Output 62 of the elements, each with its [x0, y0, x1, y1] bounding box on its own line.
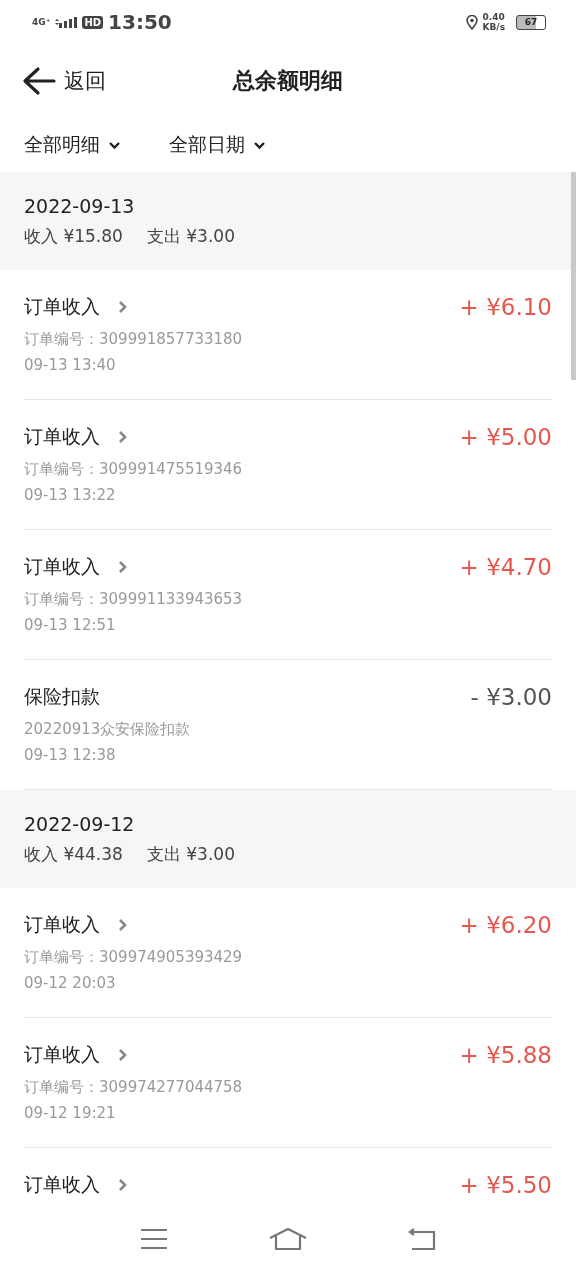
page-title: 总余额明细 — [233, 67, 343, 95]
chevron-right-icon — [118, 918, 128, 932]
transaction-row[interactable]: 订单收入 订单编号：309974277044758 09-12 19:21 + ¥5.88 — [24, 1018, 552, 1148]
signal-icon — [55, 16, 78, 28]
chevron-right-icon — [118, 1178, 128, 1192]
transaction-time: 09-13 13:22 — [24, 485, 117, 506]
transaction-amount: + ¥5.88 — [459, 1042, 552, 1068]
caret-icon — [253, 140, 266, 150]
transaction-row[interactable]: 订单收入 订单编号：309991857733180 09-13 13:40 + ¥6.10 — [24, 270, 552, 400]
income-total: 收入 ¥15.80 — [24, 224, 123, 248]
chevron-right-icon — [118, 1048, 128, 1062]
transaction-title: 订单收入 — [24, 554, 100, 579]
caret-icon — [108, 140, 121, 150]
transaction-row[interactable]: 订单收入 订单编号：309991133943653 09-13 12:51 + ¥4.70 — [24, 530, 552, 660]
transaction-detail: 20220913众安保险扣款 — [24, 719, 191, 740]
transaction-detail: 订单编号：309974905393429 — [24, 947, 243, 968]
hd-badge: HD — [82, 15, 104, 29]
chevron-right-icon — [118, 430, 128, 444]
status-time: 13:50 — [108, 10, 172, 34]
transaction-title: 订单收入 — [24, 1172, 100, 1197]
income-total: 收入 ¥44.38 — [24, 842, 123, 866]
transaction-time: 09-12 20:03 — [24, 973, 117, 994]
transaction-title: 保险扣款 — [24, 684, 100, 709]
filter-dropdown[interactable]: 全部日期 — [169, 132, 266, 158]
transaction-time: 09-12 19:21 — [24, 1103, 117, 1124]
expense-total: 支出 ¥3.00 — [146, 842, 235, 866]
transaction-time: 09-13 12:51 — [24, 615, 117, 636]
group-date: 2022-09-12 — [24, 812, 136, 835]
transaction-title: 订单收入 — [24, 294, 100, 319]
location-icon — [465, 14, 478, 30]
transaction-amount: + ¥6.10 — [459, 294, 552, 320]
transaction-time: 09-13 13:40 — [24, 355, 117, 376]
transaction-amount: + ¥5.50 — [459, 1172, 552, 1198]
transaction-title: 订单收入 — [24, 1042, 100, 1067]
expense-total: 支出 ¥3.00 — [146, 224, 235, 248]
menu-icon[interactable] — [140, 1228, 169, 1250]
transaction-row[interactable]: 订单收入 + ¥5.50 — [24, 1148, 552, 1212]
back-icon[interactable] — [407, 1227, 436, 1251]
back-arrow-icon — [22, 66, 56, 96]
transaction-row[interactable]: 订单收入 订单编号：309991475519346 09-13 13:22 + ¥5.00 — [24, 400, 552, 530]
transaction-detail: 订单编号：309991475519346 — [24, 459, 243, 480]
transaction-amount: - ¥3.00 — [470, 684, 552, 710]
transaction-title: 订单收入 — [24, 424, 100, 449]
network-type: 4G⁺ — [32, 17, 51, 27]
transaction-title: 订单收入 — [24, 912, 100, 937]
transaction-detail: 订单编号：309974277044758 — [24, 1077, 243, 1098]
chevron-right-icon — [118, 560, 128, 574]
battery-icon: 67 — [516, 14, 546, 30]
transaction-time: 09-13 12:38 — [24, 745, 117, 766]
transaction-amount: + ¥5.00 — [459, 424, 552, 450]
transaction-amount: + ¥4.70 — [459, 554, 552, 580]
transaction-amount: + ¥6.20 — [459, 912, 552, 938]
home-icon[interactable] — [269, 1227, 307, 1251]
speed-value: 0.40 — [482, 12, 505, 22]
transaction-detail: 订单编号：309991133943653 — [24, 589, 243, 610]
speed-unit: KB/s — [482, 22, 505, 32]
group-date: 2022-09-13 — [24, 194, 136, 217]
transaction-detail: 订单编号：309991857733180 — [24, 329, 243, 350]
transaction-row[interactable]: 订单收入 订单编号：309974905393429 09-12 20:03 + ¥6.20 — [24, 888, 552, 1018]
filter-dropdown[interactable]: 全部明细 — [24, 132, 121, 158]
chevron-right-icon — [118, 300, 128, 314]
back-button[interactable]: 返回 — [22, 66, 106, 96]
